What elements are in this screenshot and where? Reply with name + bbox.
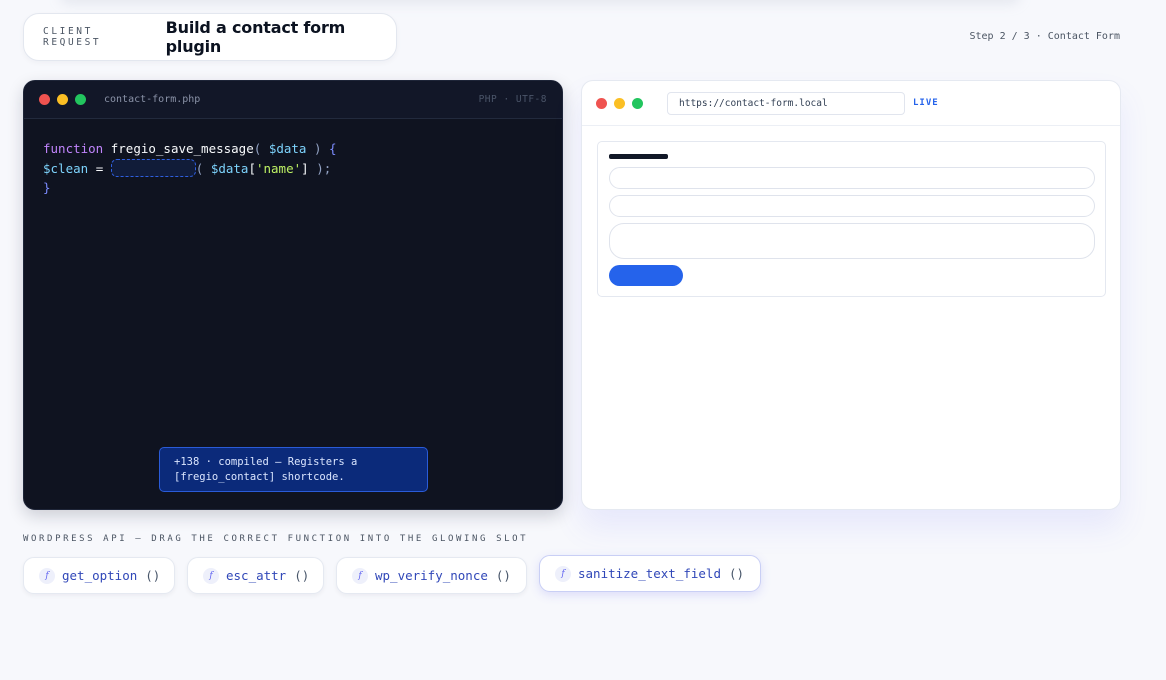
editor-filename: contact-form.php [104,94,201,105]
form-title-placeholder [609,154,668,159]
code-bracket: [ [248,160,256,176]
code-area: function fregio_save_message( $data ) { … [24,119,562,198]
function-chip-sanitize-text-field[interactable]: f sanitize_text_field () [539,555,761,592]
code-function-name: fregio_save_message [110,141,254,156]
minimize-dot-icon [614,97,625,109]
code-param: $data [268,141,307,156]
function-name: esc_attr [226,568,287,583]
compile-toast: +138 · compiled — Registers a [fregio_co… [159,447,428,492]
code-argument: $data [210,160,249,176]
top-shadow [60,0,1020,4]
editor-titlebar: contact-form.php PHP · UTF-8 [24,81,562,119]
function-icon: f [555,565,571,582]
code-brace: } [43,180,51,195]
code-paren: ( [253,141,262,156]
step-indicator: Step 2 / 3 · Contact Form [969,31,1120,42]
maximize-dot-icon [632,97,643,109]
url-bar[interactable]: https://contact-form.local [667,91,905,115]
code-paren: ); [316,160,332,176]
close-dot-icon [596,97,607,109]
maximize-dot-icon [75,94,86,105]
page-title: Build a contact form plugin [165,18,346,56]
function-chip-get-option[interactable]: f get_option () [23,557,175,594]
name-field-placeholder [609,167,1095,189]
contact-form-preview [597,141,1106,297]
function-icon: f [203,567,219,584]
minimize-dot-icon [57,94,68,105]
editor-language: PHP · UTF-8 [478,94,547,105]
function-icon: f [39,567,55,584]
function-chip-wp-verify-nonce[interactable]: f wp_verify_nonce () [336,557,527,594]
code-paren: ( [195,160,204,176]
code-brace: { [329,141,337,156]
function-parens: () [729,566,745,581]
code-editor: contact-form.php PHP · UTF-8 function fr… [23,80,563,510]
message-field-placeholder [609,223,1095,259]
function-name: get_option [62,568,138,583]
submit-button-placeholder [609,265,683,286]
email-field-placeholder [609,195,1095,217]
function-parens: () [294,568,310,583]
function-parens: () [495,568,511,583]
code-bracket: ] [301,160,309,176]
function-name: wp_verify_nonce [375,568,488,583]
drop-slot[interactable] [110,158,196,177]
api-instructions: WORDPRESS API — DRAG THE CORRECT FUNCTIO… [23,534,529,544]
client-request-label: CLIENT REQUEST [43,26,102,48]
live-badge: LIVE [913,98,939,108]
function-chip-esc-attr[interactable]: f esc_attr () [187,557,324,594]
code-variable: $clean [43,160,89,176]
function-parens: () [145,568,161,583]
code-keyword: function [43,141,104,156]
client-request-pill: CLIENT REQUEST Build a contact form plug… [23,13,397,61]
function-icon: f [352,567,368,584]
browser-preview: https://contact-form.local LIVE [581,80,1121,510]
code-paren: ) [313,141,322,156]
code-string: 'name' [255,160,302,176]
function-name: sanitize_text_field [578,566,721,581]
close-dot-icon [39,94,50,105]
code-operator: = [95,160,104,176]
browser-titlebar: https://contact-form.local LIVE [582,81,1120,126]
